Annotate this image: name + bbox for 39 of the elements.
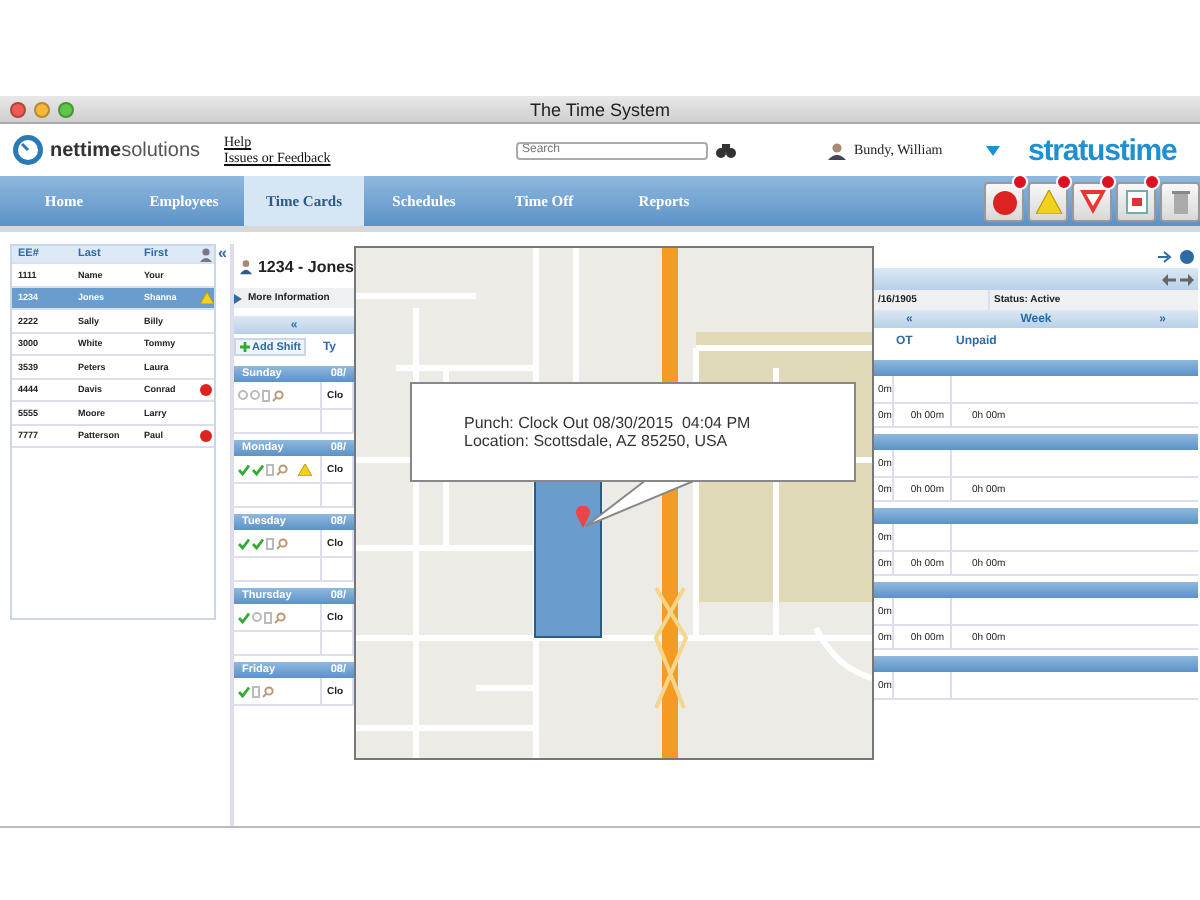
- calendar-icon: [1125, 190, 1147, 214]
- zoom-button[interactable]: [58, 101, 74, 117]
- note-icon[interactable]: [264, 611, 272, 623]
- trash-icon: [1171, 190, 1189, 214]
- map-pin-icon: [576, 506, 590, 528]
- note-icon[interactable]: [266, 463, 274, 475]
- toolbar-button[interactable]: [1160, 182, 1200, 222]
- employee-title: 1234 - Jones: [257, 257, 354, 275]
- window-title: The Time System: [529, 99, 671, 119]
- popup-line: Location: Scottsdale, AZ 85250, USA: [464, 432, 730, 450]
- collapse-toggle[interactable]: «: [216, 244, 230, 264]
- search-icon[interactable]: [272, 389, 284, 401]
- note-icon[interactable]: [262, 389, 270, 401]
- person-search-icon[interactable]: [199, 247, 213, 261]
- minimize-button[interactable]: [34, 101, 50, 117]
- binoculars-icon[interactable]: [716, 143, 736, 157]
- brand-suffix: solutions: [121, 139, 201, 161]
- arrows-icon[interactable]: [1162, 273, 1194, 285]
- dropdown-icon[interactable]: [986, 145, 1000, 155]
- search-icon[interactable]: [276, 537, 288, 549]
- search-icon[interactable]: [274, 611, 286, 623]
- clock-logo-icon: [12, 134, 44, 166]
- search-icon[interactable]: [276, 463, 288, 475]
- close-button[interactable]: [10, 101, 26, 117]
- note-icon[interactable]: [266, 537, 274, 549]
- popup-line: Punch: Clock Out 08/30/2015 04:04 PM: [464, 414, 753, 432]
- warning-icon: [1035, 190, 1061, 214]
- triangle-icon: [1079, 190, 1105, 214]
- note-icon[interactable]: [252, 685, 260, 697]
- product-logo: stratustime: [1028, 133, 1177, 167]
- expand-icon[interactable]: [234, 293, 242, 303]
- share-icon[interactable]: [1158, 249, 1174, 263]
- person-icon: [240, 255, 252, 277]
- stop-sign-icon: [991, 189, 1017, 215]
- user-icon: [828, 141, 846, 159]
- info-icon[interactable]: [1180, 249, 1194, 263]
- brand-name: nettime: [50, 139, 122, 161]
- plus-icon: [240, 342, 250, 352]
- search-icon[interactable]: [262, 685, 274, 697]
